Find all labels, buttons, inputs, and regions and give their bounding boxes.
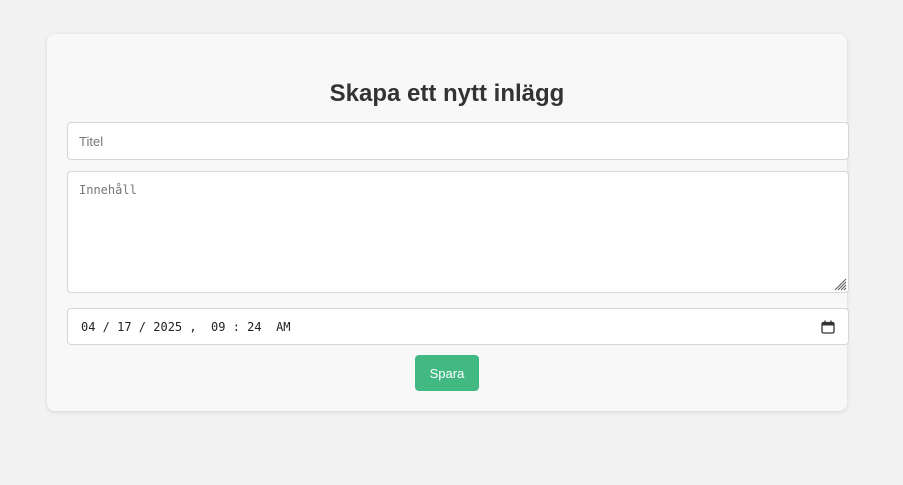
title-input[interactable]: Titel <box>67 122 849 160</box>
page-title: Skapa ett nytt inlägg <box>329 80 565 107</box>
datetime-input[interactable]: 04 / 17 / 2025 , 09 : 24 AM <box>67 308 849 345</box>
content-textarea[interactable]: Innehåll <box>67 171 849 293</box>
post-form-card: Skapa ett nytt inlägg Titel Innehåll 04 … <box>47 34 849 411</box>
content-placeholder: Innehåll <box>79 183 137 197</box>
save-button[interactable]: Spara <box>415 355 479 391</box>
calendar-icon[interactable] <box>821 320 835 334</box>
resize-grip-icon[interactable] <box>833 277 847 291</box>
datetime-value: 04 / 17 / 2025 , 09 : 24 AM <box>81 319 291 334</box>
title-placeholder: Titel <box>79 133 104 149</box>
